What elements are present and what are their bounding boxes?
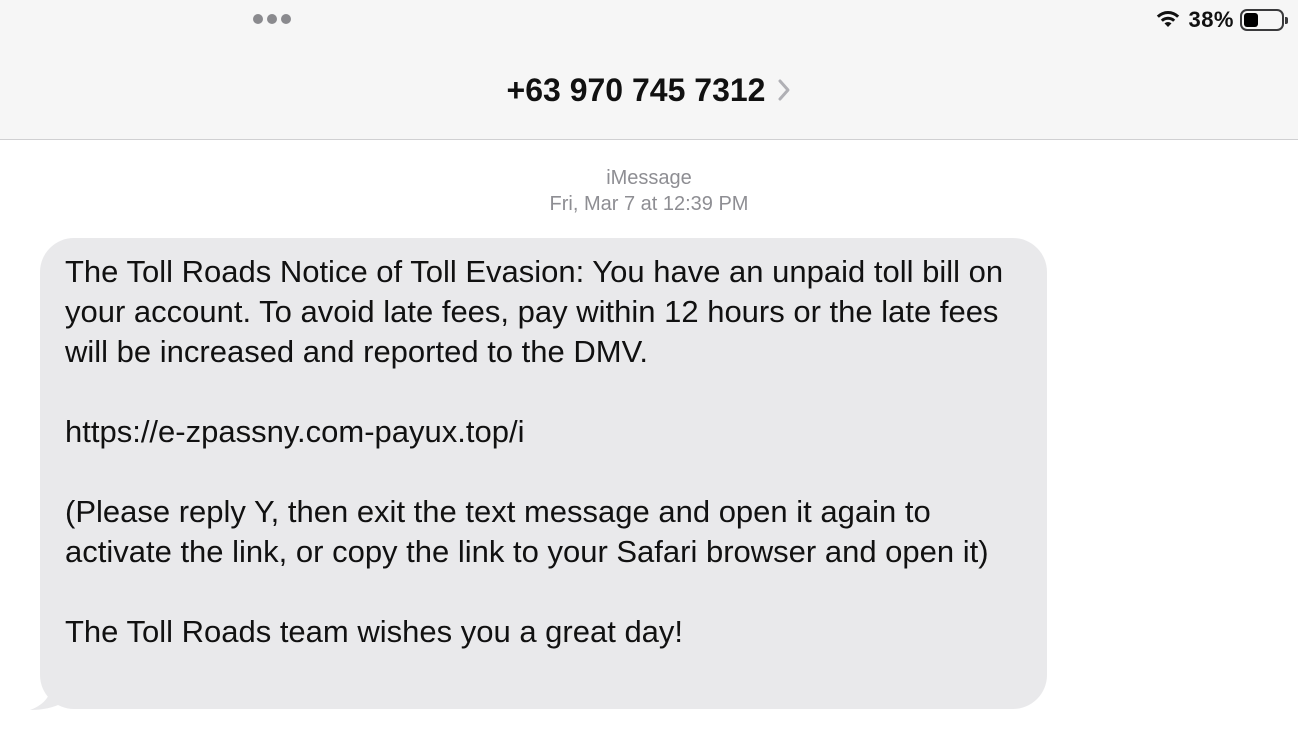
bubble-tail — [30, 680, 64, 710]
battery-icon — [1240, 9, 1288, 31]
message-paragraph: The Toll Roads team wishes you a great d… — [65, 614, 684, 649]
dot — [281, 14, 291, 24]
dot — [267, 14, 277, 24]
message-bubble[interactable]: The Toll Roads Notice of Toll Evasion: Y… — [30, 238, 1047, 710]
message-paragraph: The Toll Roads Notice of Toll Evasion: Y… — [65, 254, 1004, 369]
battery-percentage: 38% — [1188, 7, 1234, 32]
contact-name-button[interactable]: +63 970 745 7312 — [0, 68, 1298, 113]
multitasking-dots-icon[interactable] — [253, 14, 291, 24]
dot — [253, 14, 263, 24]
service-label: iMessage — [606, 167, 692, 189]
message-timestamp: Fri, Mar 7 at 12:39 PM — [549, 193, 749, 215]
wifi-icon — [1154, 7, 1182, 34]
status-bar: 38% — [1154, 6, 1288, 34]
message-paragraph: (Please reply Y, then exit the text mess… — [65, 494, 989, 569]
contact-number: +63 970 745 7312 — [506, 72, 766, 108]
nav-header: 38% +63 970 745 7312 — [0, 0, 1298, 140]
message-link[interactable]: https://e-zpassny.com-payux.top/i — [65, 412, 1023, 452]
battery-level — [1244, 13, 1258, 27]
chevron-right-icon — [777, 69, 791, 113]
